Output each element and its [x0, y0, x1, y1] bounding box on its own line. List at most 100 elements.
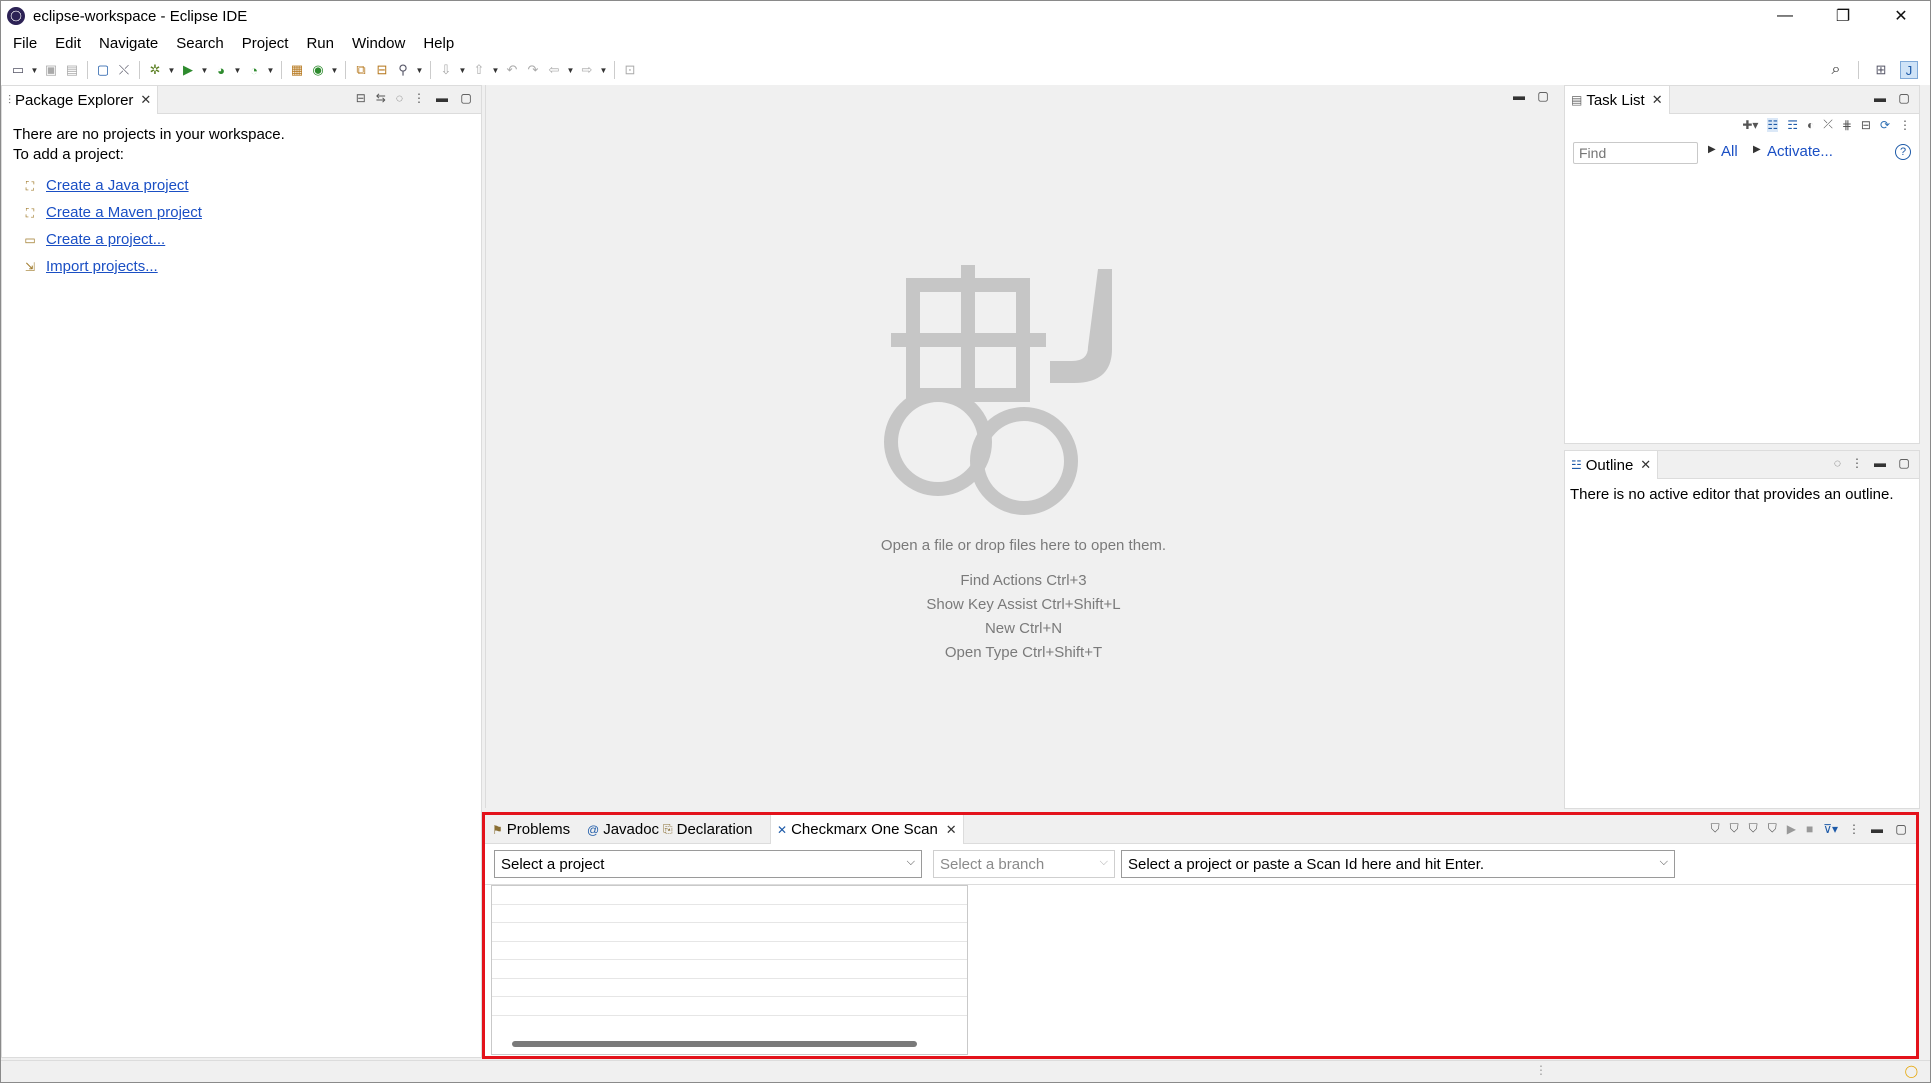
tab-checkmarx-one-scan[interactable]: ✕ Checkmarx One Scan ✕: [770, 815, 964, 844]
open-perspective-icon[interactable]: ⊞: [1872, 61, 1890, 79]
severity-high-icon[interactable]: ⛉: [1730, 821, 1739, 836]
save-icon[interactable]: ▣: [42, 61, 60, 79]
save-all-icon[interactable]: ▤: [63, 61, 81, 79]
scheduled-icon[interactable]: ☶: [1787, 118, 1798, 132]
java-perspective-icon[interactable]: J: [1900, 61, 1918, 79]
task-find-input[interactable]: [1573, 142, 1698, 164]
minimize-view-icon[interactable]: ▬: [1873, 91, 1887, 105]
close-icon[interactable]: ✕: [1652, 92, 1663, 108]
restore-button[interactable]: ❐: [1814, 1, 1872, 31]
tab-outline[interactable]: ☳ Outline ✕: [1565, 451, 1659, 479]
back-icon[interactable]: ⇦: [545, 61, 563, 79]
editor-area[interactable]: ▬ ▢ Open a file or drop files here to op…: [485, 85, 1560, 808]
collapse-all-icon[interactable]: ⊟: [1861, 118, 1871, 132]
minimize-view-icon[interactable]: ▬: [1870, 822, 1884, 836]
task-activate-link[interactable]: Activate...: [1767, 143, 1833, 160]
debug-dropdown-icon[interactable]: ▼: [167, 66, 176, 75]
new-dropdown-icon[interactable]: ▼: [30, 66, 39, 75]
minimize-button[interactable]: —: [1756, 1, 1814, 31]
create-java-project-link[interactable]: ⛶ Create a Java project: [22, 177, 189, 194]
import-projects-label[interactable]: Import projects...: [46, 258, 158, 275]
focus-icon[interactable]: ◌: [1834, 456, 1841, 470]
chevron-down-icon[interactable]: ⌵: [1660, 856, 1668, 869]
back-dropdown-icon[interactable]: ▼: [566, 66, 575, 75]
search-tool-icon[interactable]: ⚲: [394, 61, 412, 79]
categorized-icon[interactable]: ☷: [1767, 117, 1779, 132]
menu-edit[interactable]: Edit: [46, 35, 90, 52]
new-java-class-icon[interactable]: ◉: [309, 61, 327, 79]
close-button[interactable]: ✕: [1872, 1, 1930, 31]
view-menu-icon[interactable]: ⋮: [1899, 118, 1911, 132]
tab-javadoc[interactable]: @ Javadoc: [587, 815, 659, 844]
tab-package-explorer[interactable]: ⫶ Package Explorer ✕: [2, 86, 159, 114]
minimize-editor-icon[interactable]: ▬: [1512, 89, 1526, 103]
new-class-dropdown-icon[interactable]: ▼: [330, 66, 339, 75]
coverage-icon[interactable]: ◕: [212, 61, 230, 79]
menu-project[interactable]: Project: [233, 35, 298, 52]
filter-icon[interactable]: ⊽▾: [1823, 822, 1838, 836]
import-projects-link[interactable]: ⇲ Import projects...: [22, 258, 158, 275]
external-tools-dropdown-icon[interactable]: ▼: [266, 66, 275, 75]
help-icon[interactable]: ?: [1895, 144, 1911, 160]
synchronize-icon[interactable]: ⟳: [1880, 118, 1890, 132]
redo-edit-icon[interactable]: ↷: [524, 61, 542, 79]
debug-icon[interactable]: ✲: [146, 61, 164, 79]
view-menu-icon[interactable]: ⋮: [1848, 822, 1860, 836]
results-tree[interactable]: [491, 885, 968, 1055]
maximize-view-icon[interactable]: ▢: [1894, 822, 1908, 836]
minimize-view-icon[interactable]: ▬: [435, 91, 449, 105]
filter-completed-icon[interactable]: ⤫: [1823, 117, 1833, 132]
maximize-view-icon[interactable]: ▢: [1897, 91, 1911, 105]
new-task-icon[interactable]: ✚▾: [1742, 118, 1758, 132]
create-maven-project-link[interactable]: ⛶ Create a Maven project: [22, 204, 202, 221]
open-task-icon[interactable]: ⊟: [373, 61, 391, 79]
scan-id-select[interactable]: Select a project or paste a Scan Id here…: [1121, 850, 1675, 878]
collapse-all-icon[interactable]: ⊟: [356, 91, 366, 105]
view-menu-icon[interactable]: ⋮: [1851, 456, 1863, 470]
search-dropdown-icon[interactable]: ▼: [415, 66, 424, 75]
prev-annotation-dropdown-icon[interactable]: ▼: [491, 66, 500, 75]
maximize-view-icon[interactable]: ▢: [459, 91, 473, 105]
horizontal-scrollbar[interactable]: [512, 1041, 917, 1047]
new-icon[interactable]: ▭: [9, 61, 27, 79]
tab-problems[interactable]: ⚑ Problems: [492, 815, 570, 844]
create-project-label[interactable]: Create a project...: [46, 231, 165, 248]
prev-annotation-icon[interactable]: ⇧: [470, 61, 488, 79]
severity-medium-icon[interactable]: ⛉: [1749, 821, 1758, 836]
minimize-view-icon[interactable]: ▬: [1873, 456, 1887, 470]
severity-low-icon[interactable]: ⛉: [1768, 821, 1777, 836]
new-java-package-icon[interactable]: ▦: [288, 61, 306, 79]
link-with-editor-icon[interactable]: ⇆: [376, 91, 386, 105]
close-icon[interactable]: ✕: [140, 92, 151, 108]
tip-lightbulb-icon[interactable]: ◯: [1905, 1064, 1918, 1078]
skip-breakpoints-icon[interactable]: ⤬: [115, 61, 133, 79]
pin-editor-icon[interactable]: ⊡: [621, 61, 639, 79]
last-edit-icon[interactable]: ↶: [503, 61, 521, 79]
view-menu-icon[interactable]: ⋮: [413, 91, 425, 105]
menu-navigate[interactable]: Navigate: [90, 35, 167, 52]
next-annotation-icon[interactable]: ⇩: [437, 61, 455, 79]
run-icon[interactable]: ▶: [179, 61, 197, 79]
open-type-icon[interactable]: ⧉: [352, 61, 370, 79]
start-scan-icon[interactable]: ▶: [1787, 822, 1796, 836]
menu-run[interactable]: Run: [297, 35, 343, 52]
search-icon[interactable]: ⌕: [1827, 61, 1845, 79]
coverage-dropdown-icon[interactable]: ▼: [233, 66, 242, 75]
chevron-down-icon[interactable]: ⌵: [907, 856, 915, 869]
menu-window[interactable]: Window: [343, 35, 414, 52]
close-icon[interactable]: ✕: [1640, 457, 1651, 473]
tab-task-list[interactable]: ▤ Task List ✕: [1565, 86, 1670, 114]
create-java-project-label[interactable]: Create a Java project: [46, 177, 189, 194]
maximize-view-icon[interactable]: ▢: [1897, 456, 1911, 470]
activate-expand-icon[interactable]: ▶: [1753, 144, 1761, 155]
project-select[interactable]: Select a project ⌵: [494, 850, 922, 878]
hide-tasks-icon[interactable]: ⋕: [1842, 118, 1852, 132]
terminal-icon[interactable]: ▢: [94, 61, 112, 79]
focus-icon[interactable]: ◌: [396, 91, 403, 105]
create-maven-project-label[interactable]: Create a Maven project: [46, 204, 202, 221]
stop-scan-icon[interactable]: ■: [1806, 822, 1813, 836]
severity-critical-icon[interactable]: ⛉: [1711, 821, 1720, 836]
create-project-link[interactable]: ▭ Create a project...: [22, 231, 165, 248]
forward-dropdown-icon[interactable]: ▼: [599, 66, 608, 75]
menu-search[interactable]: Search: [167, 35, 233, 52]
